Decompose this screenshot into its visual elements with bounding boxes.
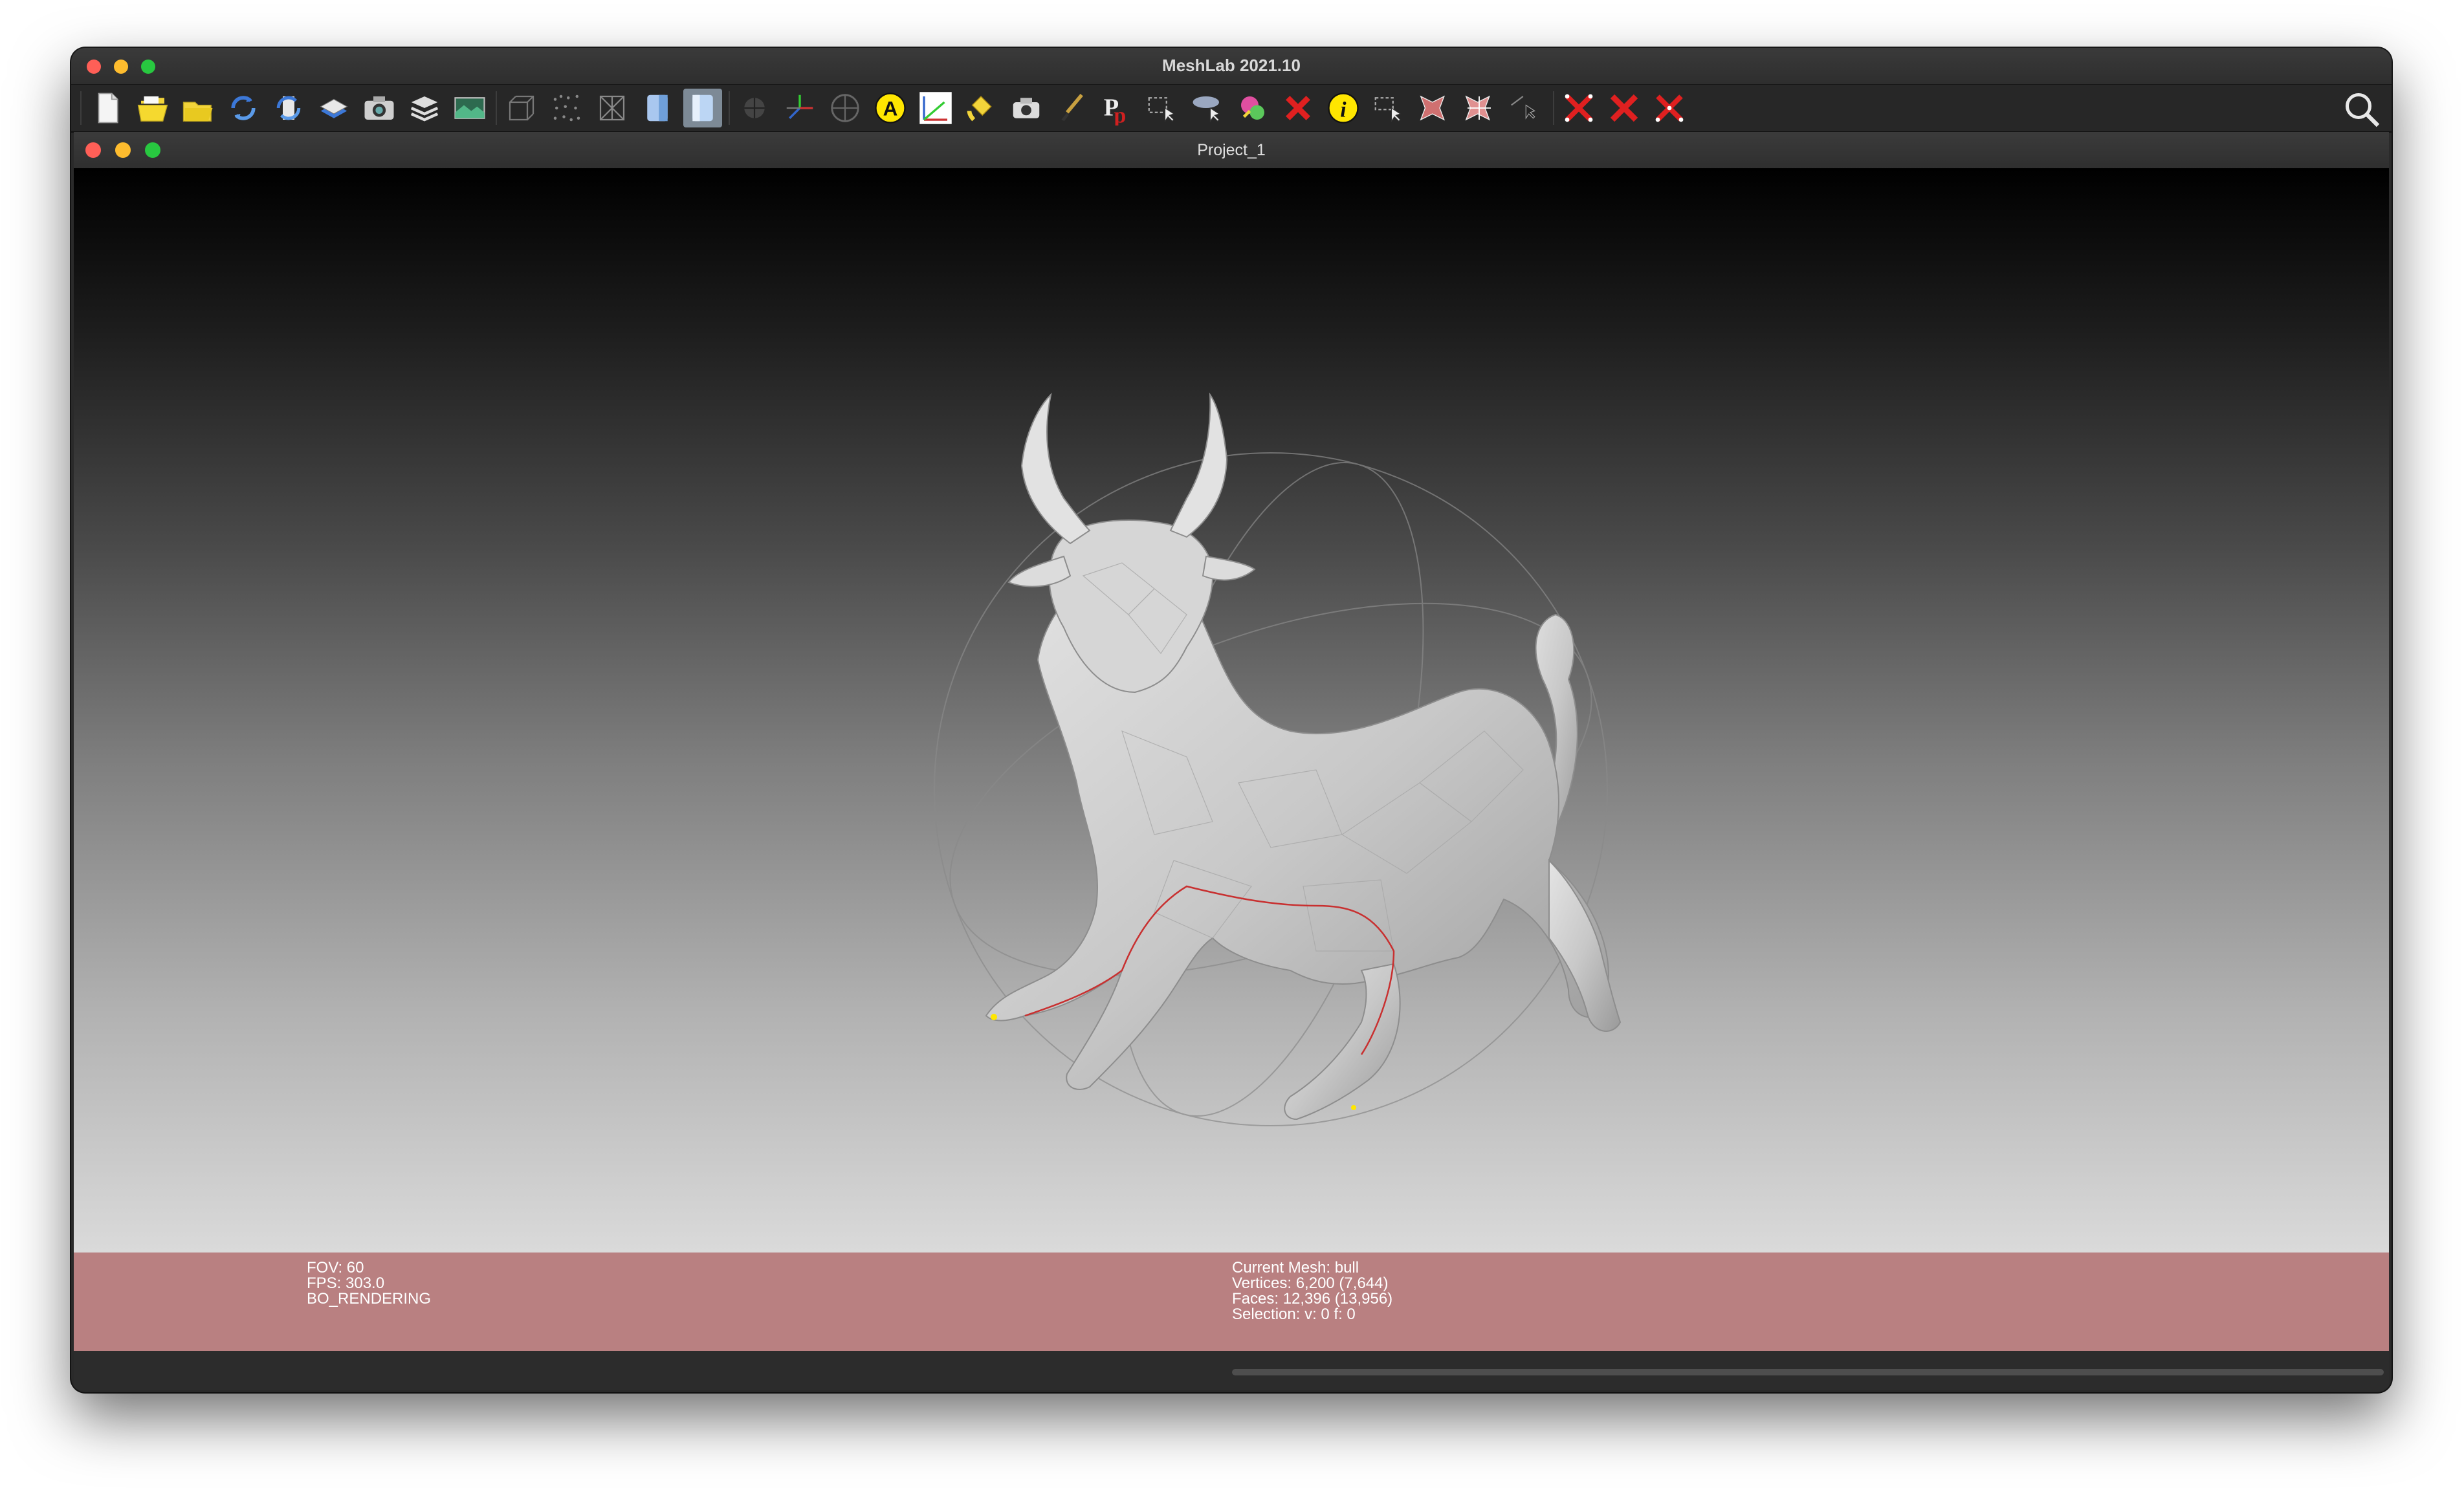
vertices-label: Vertices: 6,200 (7,644) <box>1232 1275 1389 1292</box>
delete-faces-icon[interactable] <box>1605 89 1644 127</box>
fov-label: FOV: 60 <box>307 1259 364 1276</box>
select-faces-icon[interactable] <box>1369 89 1408 127</box>
import-mesh-icon[interactable] <box>179 89 217 127</box>
meshlab-window: MeshLab 2021.10 A P p i Project_1 FOV: 6… <box>71 48 2392 1392</box>
points-icon[interactable] <box>547 89 586 127</box>
manipulator-icon[interactable] <box>1505 89 1544 127</box>
rendering-mode-label: BO_RENDERING <box>307 1290 432 1307</box>
bounding-box-icon[interactable] <box>502 89 541 127</box>
delete-faces-vertices-icon[interactable] <box>1650 89 1689 127</box>
svg-text:i: i <box>1340 98 1347 122</box>
delete-icon[interactable] <box>1279 89 1317 127</box>
selection-label: Selection: v: 0 f: 0 <box>1232 1306 1356 1323</box>
picked-point-marker <box>1351 1105 1356 1110</box>
3d-viewport[interactable] <box>74 168 2389 1253</box>
project-titlebar: Project_1 <box>74 132 2389 168</box>
brush-icon[interactable] <box>1052 89 1091 127</box>
snapshot-icon[interactable] <box>360 89 399 127</box>
light-icon[interactable] <box>735 89 774 127</box>
svg-text:A: A <box>883 96 898 120</box>
pickpoints-icon[interactable]: Pp <box>1097 89 1136 127</box>
camera-icon[interactable] <box>1007 89 1046 127</box>
search-icon[interactable] <box>2342 90 2381 129</box>
new-project-icon[interactable] <box>88 89 127 127</box>
align-icon[interactable] <box>1188 89 1227 127</box>
toolbar-separator <box>1553 91 1554 125</box>
axes-icon[interactable] <box>780 89 819 127</box>
z-paint-icon[interactable] <box>1233 89 1272 127</box>
faces-label: Faces: 12,396 (13,956) <box>1232 1290 1393 1307</box>
toolbar-separator <box>496 91 497 125</box>
delete-vertices-icon[interactable] <box>1559 89 1598 127</box>
reload-all-icon[interactable] <box>269 89 308 127</box>
measure-tool-icon[interactable] <box>916 89 955 127</box>
render-info: FOV: 60 FPS: 303.0 BO_RENDERING <box>307 1260 431 1307</box>
reload-icon[interactable] <box>224 89 263 127</box>
info-icon[interactable]: i <box>1324 89 1363 127</box>
paint-bucket-icon[interactable] <box>962 89 1000 127</box>
info-overlay-bar: FOV: 60 FPS: 303.0 BO_RENDERING Current … <box>74 1253 2389 1351</box>
horizontal-scrollbar[interactable] <box>1232 1369 2384 1375</box>
picked-point-marker <box>991 1014 997 1020</box>
smooth-shading-icon[interactable] <box>683 89 722 127</box>
wireframe-icon[interactable] <box>593 89 632 127</box>
open-project-icon[interactable] <box>133 89 172 127</box>
annotation-a-icon[interactable]: A <box>871 89 910 127</box>
export-mesh-icon[interactable] <box>314 89 353 127</box>
toolbar-separator <box>729 91 730 125</box>
main-toolbar: A Pp i <box>71 84 2392 133</box>
bottom-status-bar <box>74 1351 2389 1390</box>
fps-label: FPS: 303.0 <box>307 1275 385 1292</box>
flat-shading-icon[interactable] <box>638 89 677 127</box>
current-mesh-label: Current Mesh: bull <box>1232 1259 1359 1276</box>
window-title: MeshLab 2021.10 <box>1162 56 1301 75</box>
bull-mesh[interactable] <box>850 369 1691 1229</box>
mesh-info: Current Mesh: bull Vertices: 6,200 (7,64… <box>1232 1260 1392 1322</box>
window-titlebar: MeshLab 2021.10 <box>71 48 2392 84</box>
layers-icon[interactable] <box>405 89 444 127</box>
raster-icon[interactable] <box>450 89 489 127</box>
project-title: Project_1 <box>1197 141 1266 159</box>
project-subwindow: Project_1 FOV: 60 FPS: 303.0 BO_RENDERIN… <box>74 132 2389 1390</box>
svg-text:p: p <box>1114 104 1127 126</box>
toolbar-separator <box>80 91 82 125</box>
select-rect-icon[interactable] <box>1460 89 1499 127</box>
select-connected-icon[interactable] <box>1414 89 1453 127</box>
select-vertices-icon[interactable] <box>1143 89 1182 127</box>
trackball-icon[interactable] <box>826 89 864 127</box>
